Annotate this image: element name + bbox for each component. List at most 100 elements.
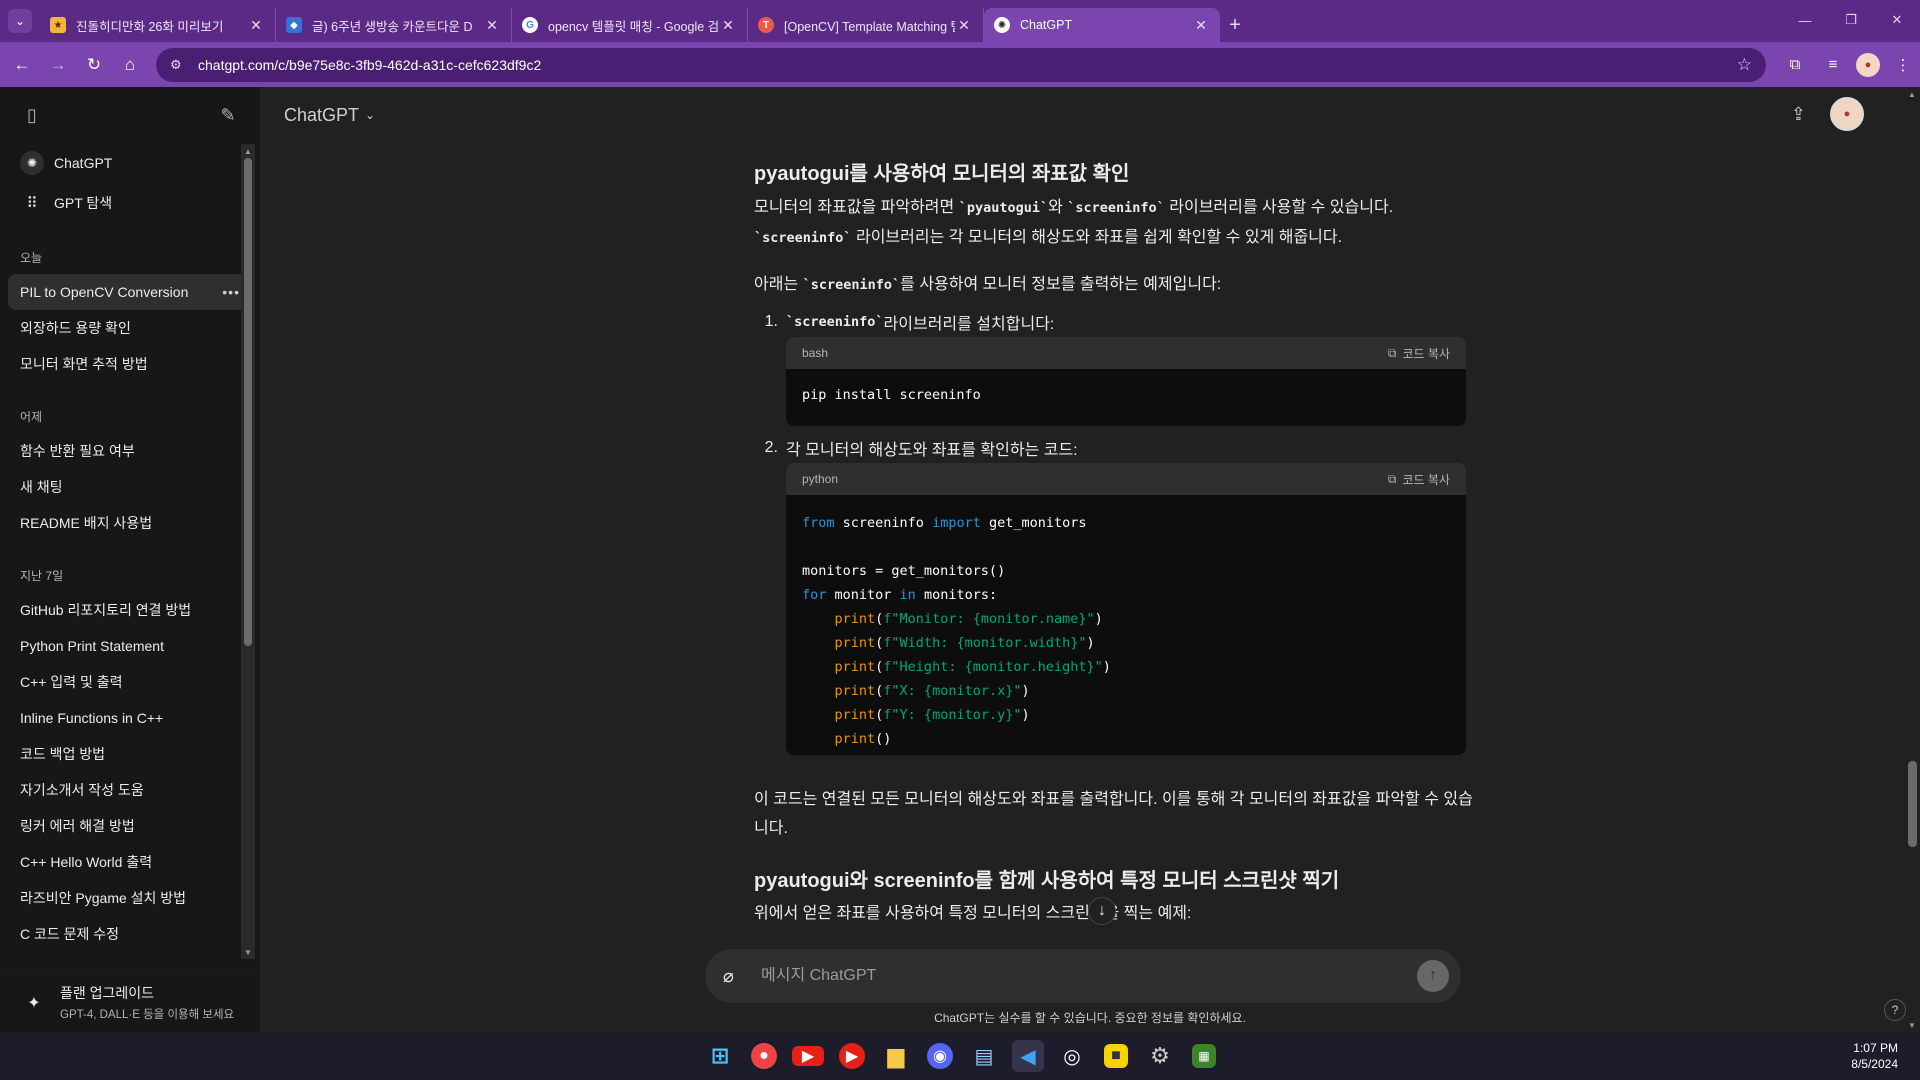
chat-history-item[interactable]: C 코드 문제 수정 [8,916,252,952]
chat-history-item[interactable]: PIL to OpenCV Conversion ••• [8,274,252,310]
scroll-up-arrow-icon[interactable]: ▲ [1904,87,1920,101]
chat-title: GitHub 리포지토리 연결 방법 [20,602,192,618]
tab-title: ChatGPT [1020,18,1073,32]
system-clock[interactable]: 1:07 PM 8/5/2024 [1851,1040,1898,1072]
chat-history-item[interactable]: GitHub 리포지토리 연결 방법 [8,592,252,628]
sidebar-scrollbar[interactable]: ▲ ▼ [241,144,255,959]
paperclip-icon[interactable]: ⌀ [723,966,747,987]
discord-icon[interactable]: ◉ [927,1043,953,1069]
minecraft-icon[interactable]: ▦ [1192,1044,1216,1068]
github-icon[interactable]: ◎ [1056,1040,1088,1072]
chat-history-item[interactable]: 코드 백업 방법 [8,736,252,772]
windows-start-icon[interactable]: ⊞ [704,1040,736,1072]
close-window-icon[interactable]: ✕ [1874,6,1920,34]
share-icon[interactable]: ⇪ [1791,104,1806,125]
inline-code: `screeninfo` [786,314,884,330]
disclaimer-text: ChatGPT는 실수를 할 수 있습니다. 중요한 정보를 확인하세요. [934,1011,1246,1025]
message-input[interactable] [761,967,1417,985]
tab-search-dropdown[interactable]: ⌄ [8,9,32,33]
tab-close-icon[interactable]: ✕ [247,17,265,34]
browser-profile-avatar[interactable]: ● [1856,52,1880,77]
chevron-down-icon: ⌄ [365,108,376,122]
settings-gear-icon[interactable]: ⚙ [1144,1040,1176,1072]
scrollbar-thumb[interactable] [1908,761,1917,847]
chat-history-item[interactable]: C++ 입력 및 출력 [8,664,252,700]
extensions-icon[interactable]: ⧉ [1780,50,1810,80]
tab-close-icon[interactable]: ✕ [719,17,737,34]
chat-history-item[interactable]: Python Print Statement [8,628,252,664]
home-icon[interactable]: ⌂ [112,47,148,83]
media-control-icon[interactable]: ≡ [1818,50,1848,80]
forward-icon[interactable]: → [40,47,76,83]
new-tab-button[interactable]: + [1220,10,1250,40]
text-run: 라이브러리를 사용할 수 있습니다. [1164,199,1394,216]
model-name: ChatGPT [284,104,360,125]
sidebar-section-title: 지난 7일 [20,569,64,583]
chat-history-item[interactable]: 라즈비안 Pygame 설치 방법 [8,880,252,916]
code-token: monitor [826,587,900,603]
text-run: 아래는 [754,276,803,293]
youtube-music-icon[interactable]: ▶ [839,1043,865,1069]
user-avatar[interactable]: ● [1830,97,1864,131]
help-button[interactable]: ? [1884,999,1906,1021]
clock-date: 8/5/2024 [1851,1057,1898,1071]
tab-close-icon[interactable]: ✕ [1192,17,1210,34]
upgrade-plan-button[interactable]: ✦ 플랜 업그레이드 GPT-4, DALL·E 등을 이용해 보세요 [0,972,260,1032]
back-icon[interactable]: ← [4,47,40,83]
sticky-notes-icon[interactable]: ■ [1104,1044,1128,1068]
new-chat-icon[interactable]: ✎ [216,103,240,127]
reload-icon[interactable]: ↻ [76,47,112,83]
photos-icon[interactable]: ▤ [968,1040,1000,1072]
chat-history-item[interactable]: README 배지 사용법 [8,505,252,541]
sparkle-icon: ✦ [27,994,41,1012]
scroll-up-arrow-icon[interactable]: ▲ [241,144,255,158]
vscode-icon[interactable]: ◀ [1012,1040,1044,1072]
address-bar[interactable]: ⚙ chatgpt.com/c/b9e75e8c-3fb9-462d-a31c-… [156,47,1766,82]
browser-tab-chatgpt[interactable]: ✺ ChatGPT ✕ [984,8,1220,42]
minimize-icon[interactable]: — [1782,6,1828,34]
scrollbar-thumb[interactable] [244,158,252,646]
chat-title: 함수 반환 필요 여부 [20,443,135,459]
bookmark-star-icon[interactable]: ☆ [1737,55,1752,75]
more-options-icon[interactable]: ••• [222,284,240,300]
copy-code-button[interactable]: ⧉ 코드 복사 [1388,345,1450,362]
main-scrollbar[interactable]: ▲ ▼ [1904,87,1920,1032]
chat-history-item[interactable]: C++ Hello World 출력 [8,844,252,880]
tab-close-icon[interactable]: ✕ [483,17,501,34]
youtube-icon[interactable]: ▶ [792,1046,824,1066]
sidebar-item-label: GPT 탐색 [54,195,113,211]
text-run: 와 [1048,199,1068,216]
chat-history-item[interactable]: Inline Functions in C++ [8,700,252,736]
sidebar-toggle-icon[interactable]: ▯ [20,103,44,127]
chat-history-item[interactable]: 외장하드 용량 확인 [8,310,252,346]
sidebar-section-title: 오늘 [20,251,43,265]
copy-code-button[interactable]: ⧉ 코드 복사 [1388,471,1450,488]
tab-close-icon[interactable]: ✕ [955,17,973,34]
scroll-to-bottom-button[interactable]: ↓ [1088,897,1116,925]
chat-history-item[interactable]: 자기소개서 작성 도움 [8,772,252,808]
code-content: from screeninfo import get_monitors moni… [802,515,1111,747]
browser-tab-1[interactable]: ★ 진돌히디만화 26화 미리보기 ✕ [40,8,276,42]
browser-tab-2[interactable]: ◆ 글) 6주년 생방송 카운트다운 D ✕ [276,8,512,42]
chrome-icon[interactable]: ● [751,1043,777,1069]
chat-history-item[interactable]: 함수 반환 필요 여부 [8,433,252,469]
restore-icon[interactable]: ❐ [1828,6,1874,34]
code-token: monitors: [915,587,998,603]
browser-menu-icon[interactable]: ⋮ [1888,50,1918,80]
sidebar-item-explore-gpts[interactable]: ⠿ GPT 탐색 [8,183,252,223]
google-favicon-icon: G [522,17,538,33]
model-selector[interactable]: ChatGPT ⌄ [284,105,375,126]
list-number: 1. [764,313,778,330]
sidebar-item-chatgpt[interactable]: ✺ ChatGPT [8,143,252,183]
chat-history-item[interactable]: 링커 에러 해결 방법 [8,808,252,844]
chat-title: C++ Hello World 출력 [20,854,153,870]
code-token: f"Height: {monitor.height}" [883,659,1103,675]
browser-tab-4[interactable]: T [OpenCV] Template Matching 템 ✕ [748,8,984,42]
file-explorer-icon[interactable]: ▆ [880,1040,912,1072]
site-info-icon[interactable]: ⚙ [170,57,186,73]
browser-tab-3[interactable]: G opencv 템플릿 매칭 - Google 검 ✕ [512,8,748,42]
send-button[interactable]: ↑ [1417,960,1449,992]
scroll-down-arrow-icon[interactable]: ▼ [241,945,255,959]
chat-history-item[interactable]: 모니터 화면 추적 방법 [8,346,252,382]
chat-history-item[interactable]: 새 채팅 [8,469,252,505]
